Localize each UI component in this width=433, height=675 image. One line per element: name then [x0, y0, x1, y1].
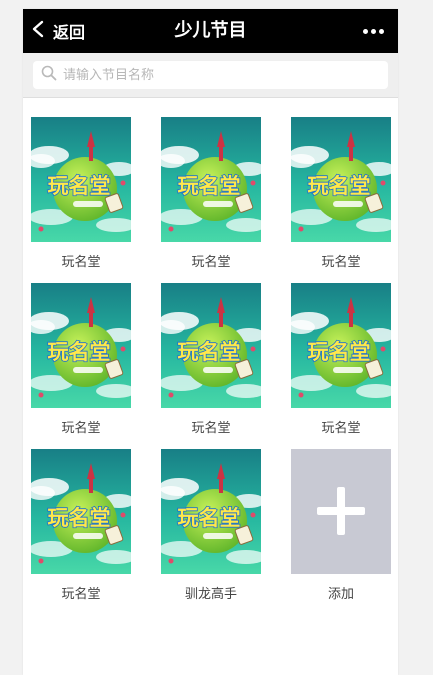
program-label: 驯龙高手: [184, 587, 237, 602]
program-thumbnail: 玩名堂: [161, 283, 261, 408]
program-thumbnail: 玩名堂: [31, 117, 131, 242]
program-label: 玩名堂: [61, 421, 101, 436]
program-card[interactable]: 玩名堂 玩名堂: [161, 117, 261, 283]
add-program-button[interactable]: 添加: [291, 449, 391, 615]
program-logo-text: 玩名堂: [178, 506, 241, 530]
program-thumbnail: 玩名堂: [31, 283, 131, 408]
program-card[interactable]: 玩名堂 玩名堂: [31, 117, 131, 283]
program-thumbnail: 玩名堂: [161, 117, 261, 242]
add-label: 添加: [327, 587, 354, 602]
program-logo-text: 玩名堂: [48, 506, 111, 530]
chevron-left-icon: [31, 20, 45, 42]
program-label: 玩名堂: [61, 587, 101, 602]
back-button[interactable]: 返回: [31, 9, 85, 53]
program-logo-text: 玩名堂: [178, 174, 241, 198]
program-logo-text: 玩名堂: [48, 340, 111, 364]
program-logo-text: 玩名堂: [178, 340, 241, 364]
plus-icon: [291, 449, 391, 574]
program-card[interactable]: 玩名堂 玩名堂: [291, 283, 391, 449]
program-logo-text: 玩名堂: [48, 174, 111, 198]
program-logo-text: 玩名堂: [308, 174, 371, 198]
program-thumbnail: 玩名堂: [161, 449, 261, 574]
search-box[interactable]: [33, 61, 388, 89]
search-input[interactable]: [61, 66, 365, 84]
search-bar: [23, 53, 398, 98]
program-grid: 玩名堂 玩名堂 玩名堂 玩名堂 玩名堂 玩名堂 玩名堂 玩名堂 玩名堂 玩名堂 …: [31, 117, 391, 615]
program-card[interactable]: 玩名堂 驯龙高手: [161, 449, 261, 615]
program-label: 玩名堂: [321, 255, 361, 270]
program-label: 玩名堂: [321, 421, 361, 436]
phone-screen: 返回 少儿节目 请输入节目名称 玩名堂 玩名堂 玩名堂 玩名堂 玩名堂 玩名堂 …: [23, 9, 398, 675]
program-thumbnail: 玩名堂: [31, 449, 131, 574]
program-label: 玩名堂: [191, 421, 231, 436]
program-card[interactable]: 玩名堂 玩名堂: [161, 283, 261, 449]
program-logo-text: 玩名堂: [308, 340, 371, 364]
nav-bar: 返回 少儿节目: [23, 9, 398, 53]
program-card[interactable]: 玩名堂 玩名堂: [291, 117, 391, 283]
program-thumbnail: 玩名堂: [291, 117, 391, 242]
search-icon: [41, 65, 57, 85]
ellipsis-icon[interactable]: [363, 9, 384, 53]
program-thumbnail: 玩名堂: [291, 283, 391, 408]
program-label: 玩名堂: [61, 255, 101, 270]
program-card[interactable]: 玩名堂 玩名堂: [31, 283, 131, 449]
back-label: 返回: [53, 23, 86, 42]
program-card[interactable]: 玩名堂 玩名堂: [31, 449, 131, 615]
program-label: 玩名堂: [191, 255, 231, 270]
